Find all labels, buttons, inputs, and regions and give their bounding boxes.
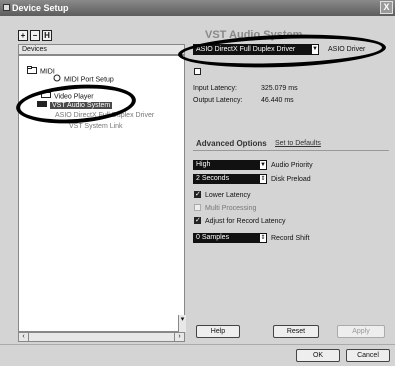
cancel-button[interactable]: Cancel [346, 349, 390, 362]
record-shift-stepper[interactable]: 0 Samples [193, 233, 259, 243]
advanced-options-title: Advanced Options [196, 139, 267, 148]
audio-priority-select[interactable]: High [193, 160, 259, 170]
reset-button[interactable]: Reset [273, 325, 319, 338]
device-setup-window: Device Setup X + − H Devices MIDI MIDI P… [0, 0, 395, 366]
section-divider [193, 150, 389, 151]
help-button[interactable]: Help [196, 325, 240, 338]
port-icon [53, 74, 61, 85]
tree-scrollbar-vertical[interactable]: ▾ [178, 315, 186, 332]
chevron-left-icon[interactable]: ‹ [19, 333, 29, 341]
adjust-record-latency-checkbox[interactable]: ✓ [194, 217, 201, 224]
record-shift-label: Record Shift [271, 235, 310, 242]
stepper-arrows-icon[interactable]: ⇕ [259, 174, 267, 184]
multi-processing-label: Multi Processing [205, 205, 257, 212]
close-icon[interactable]: X [380, 1, 393, 14]
remove-device-button[interactable]: − [30, 30, 40, 41]
tree-item-midi[interactable]: MIDI [27, 66, 55, 77]
app-icon [3, 4, 10, 11]
title-bar: Device Setup X [0, 0, 395, 16]
disk-preload-stepper[interactable]: 2 Seconds [193, 174, 259, 184]
folder-icon [27, 66, 37, 77]
tree-item-vst-system-link[interactable]: VST System Link [69, 122, 123, 131]
control-panel-checkbox[interactable] [194, 68, 201, 75]
input-latency-label: Input Latency: [193, 85, 237, 92]
footer-divider [0, 344, 395, 345]
adjust-record-latency-label: Adjust for Record Latency [205, 218, 286, 225]
multi-processing-checkbox[interactable] [194, 204, 201, 211]
output-latency-value: 46.440 ms [261, 97, 294, 104]
output-latency-label: Output Latency: [193, 97, 243, 104]
lower-latency-checkbox[interactable]: ✓ [194, 191, 201, 198]
tree-item-label: MIDI Port Setup [64, 76, 114, 84]
tree-item-midi-port-setup[interactable]: MIDI Port Setup [53, 74, 114, 85]
apply-button[interactable]: Apply [337, 325, 385, 338]
window-title: Device Setup [12, 3, 69, 13]
disk-preload-label: Disk Preload [271, 176, 311, 183]
input-latency-value: 325.079 ms [261, 85, 298, 92]
reset-device-button[interactable]: H [42, 30, 52, 41]
add-device-button[interactable]: + [18, 30, 28, 41]
audio-priority-label: Audio Priority [271, 162, 313, 169]
chevron-right-icon[interactable]: › [174, 333, 184, 341]
set-to-defaults-link[interactable]: Set to Defaults [275, 140, 321, 147]
chevron-down-icon[interactable]: ▼ [259, 160, 267, 170]
tree-scrollbar-horizontal[interactable]: ‹ › [18, 332, 185, 342]
lower-latency-label: Lower Latency [205, 192, 251, 199]
devices-header: Devices [18, 44, 185, 55]
chevron-down-icon[interactable]: ▾ [181, 316, 185, 323]
stepper-arrows-icon[interactable]: ⇕ [259, 233, 267, 243]
ok-button[interactable]: OK [296, 349, 340, 362]
tree-item-label: VST System Link [69, 123, 123, 130]
